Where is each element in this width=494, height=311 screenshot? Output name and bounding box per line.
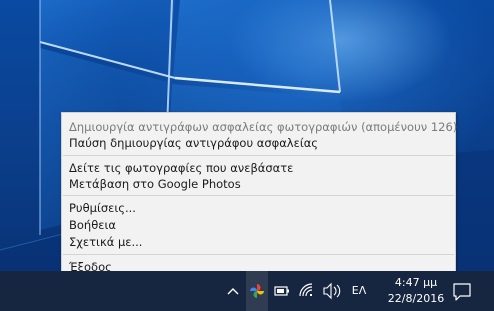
chevron-up-icon (227, 288, 239, 295)
google-photos-tray-menu: Δημιουργία αντιγράφων ασφαλείας φωτογραφ… (61, 112, 458, 279)
taskbar-clock[interactable]: 4:47 μμ 22/8/2016 (382, 271, 450, 311)
network-button[interactable] (296, 271, 318, 311)
google-photos-icon (250, 284, 264, 298)
menu-separator (63, 155, 454, 156)
menu-item-pause-backup[interactable]: Παύση δημιουργίας αντιγράφου ασφαλείας (69, 135, 318, 151)
menu-item-backup-status: Δημιουργία αντιγράφων ασφαλείας φωτογραφ… (69, 120, 458, 134)
input-language-indicator[interactable]: ΕΛ (348, 271, 370, 311)
action-center-button[interactable] (450, 271, 474, 311)
menu-separator (63, 195, 454, 196)
menu-item-help[interactable]: Βοήθεια (69, 217, 116, 233)
battery-button[interactable] (270, 271, 294, 311)
notification-icon (453, 283, 471, 301)
menu-item-view-uploaded-photos[interactable]: Δείτε τις φωτογραφίες που ανεβάσατε (69, 160, 293, 176)
battery-icon (274, 286, 289, 296)
menu-separator (63, 254, 454, 255)
taskbar: ΕΛ 4:47 μμ 22/8/2016 (0, 271, 494, 311)
google-photos-tray-button[interactable] (246, 271, 268, 311)
clock-date: 22/8/2016 (387, 292, 445, 305)
menu-item-go-to-google-photos[interactable]: Μετάβαση στο Google Photos (69, 176, 241, 192)
volume-icon (323, 282, 341, 300)
wifi-icon (299, 283, 313, 297)
clock-time: 4:47 μμ (394, 276, 438, 289)
volume-button[interactable] (320, 271, 344, 311)
show-hidden-icons-button[interactable] (222, 271, 244, 311)
menu-item-about[interactable]: Σχετικά με... (69, 234, 142, 250)
menu-item-settings[interactable]: Ρυθμίσεις... (69, 200, 136, 216)
